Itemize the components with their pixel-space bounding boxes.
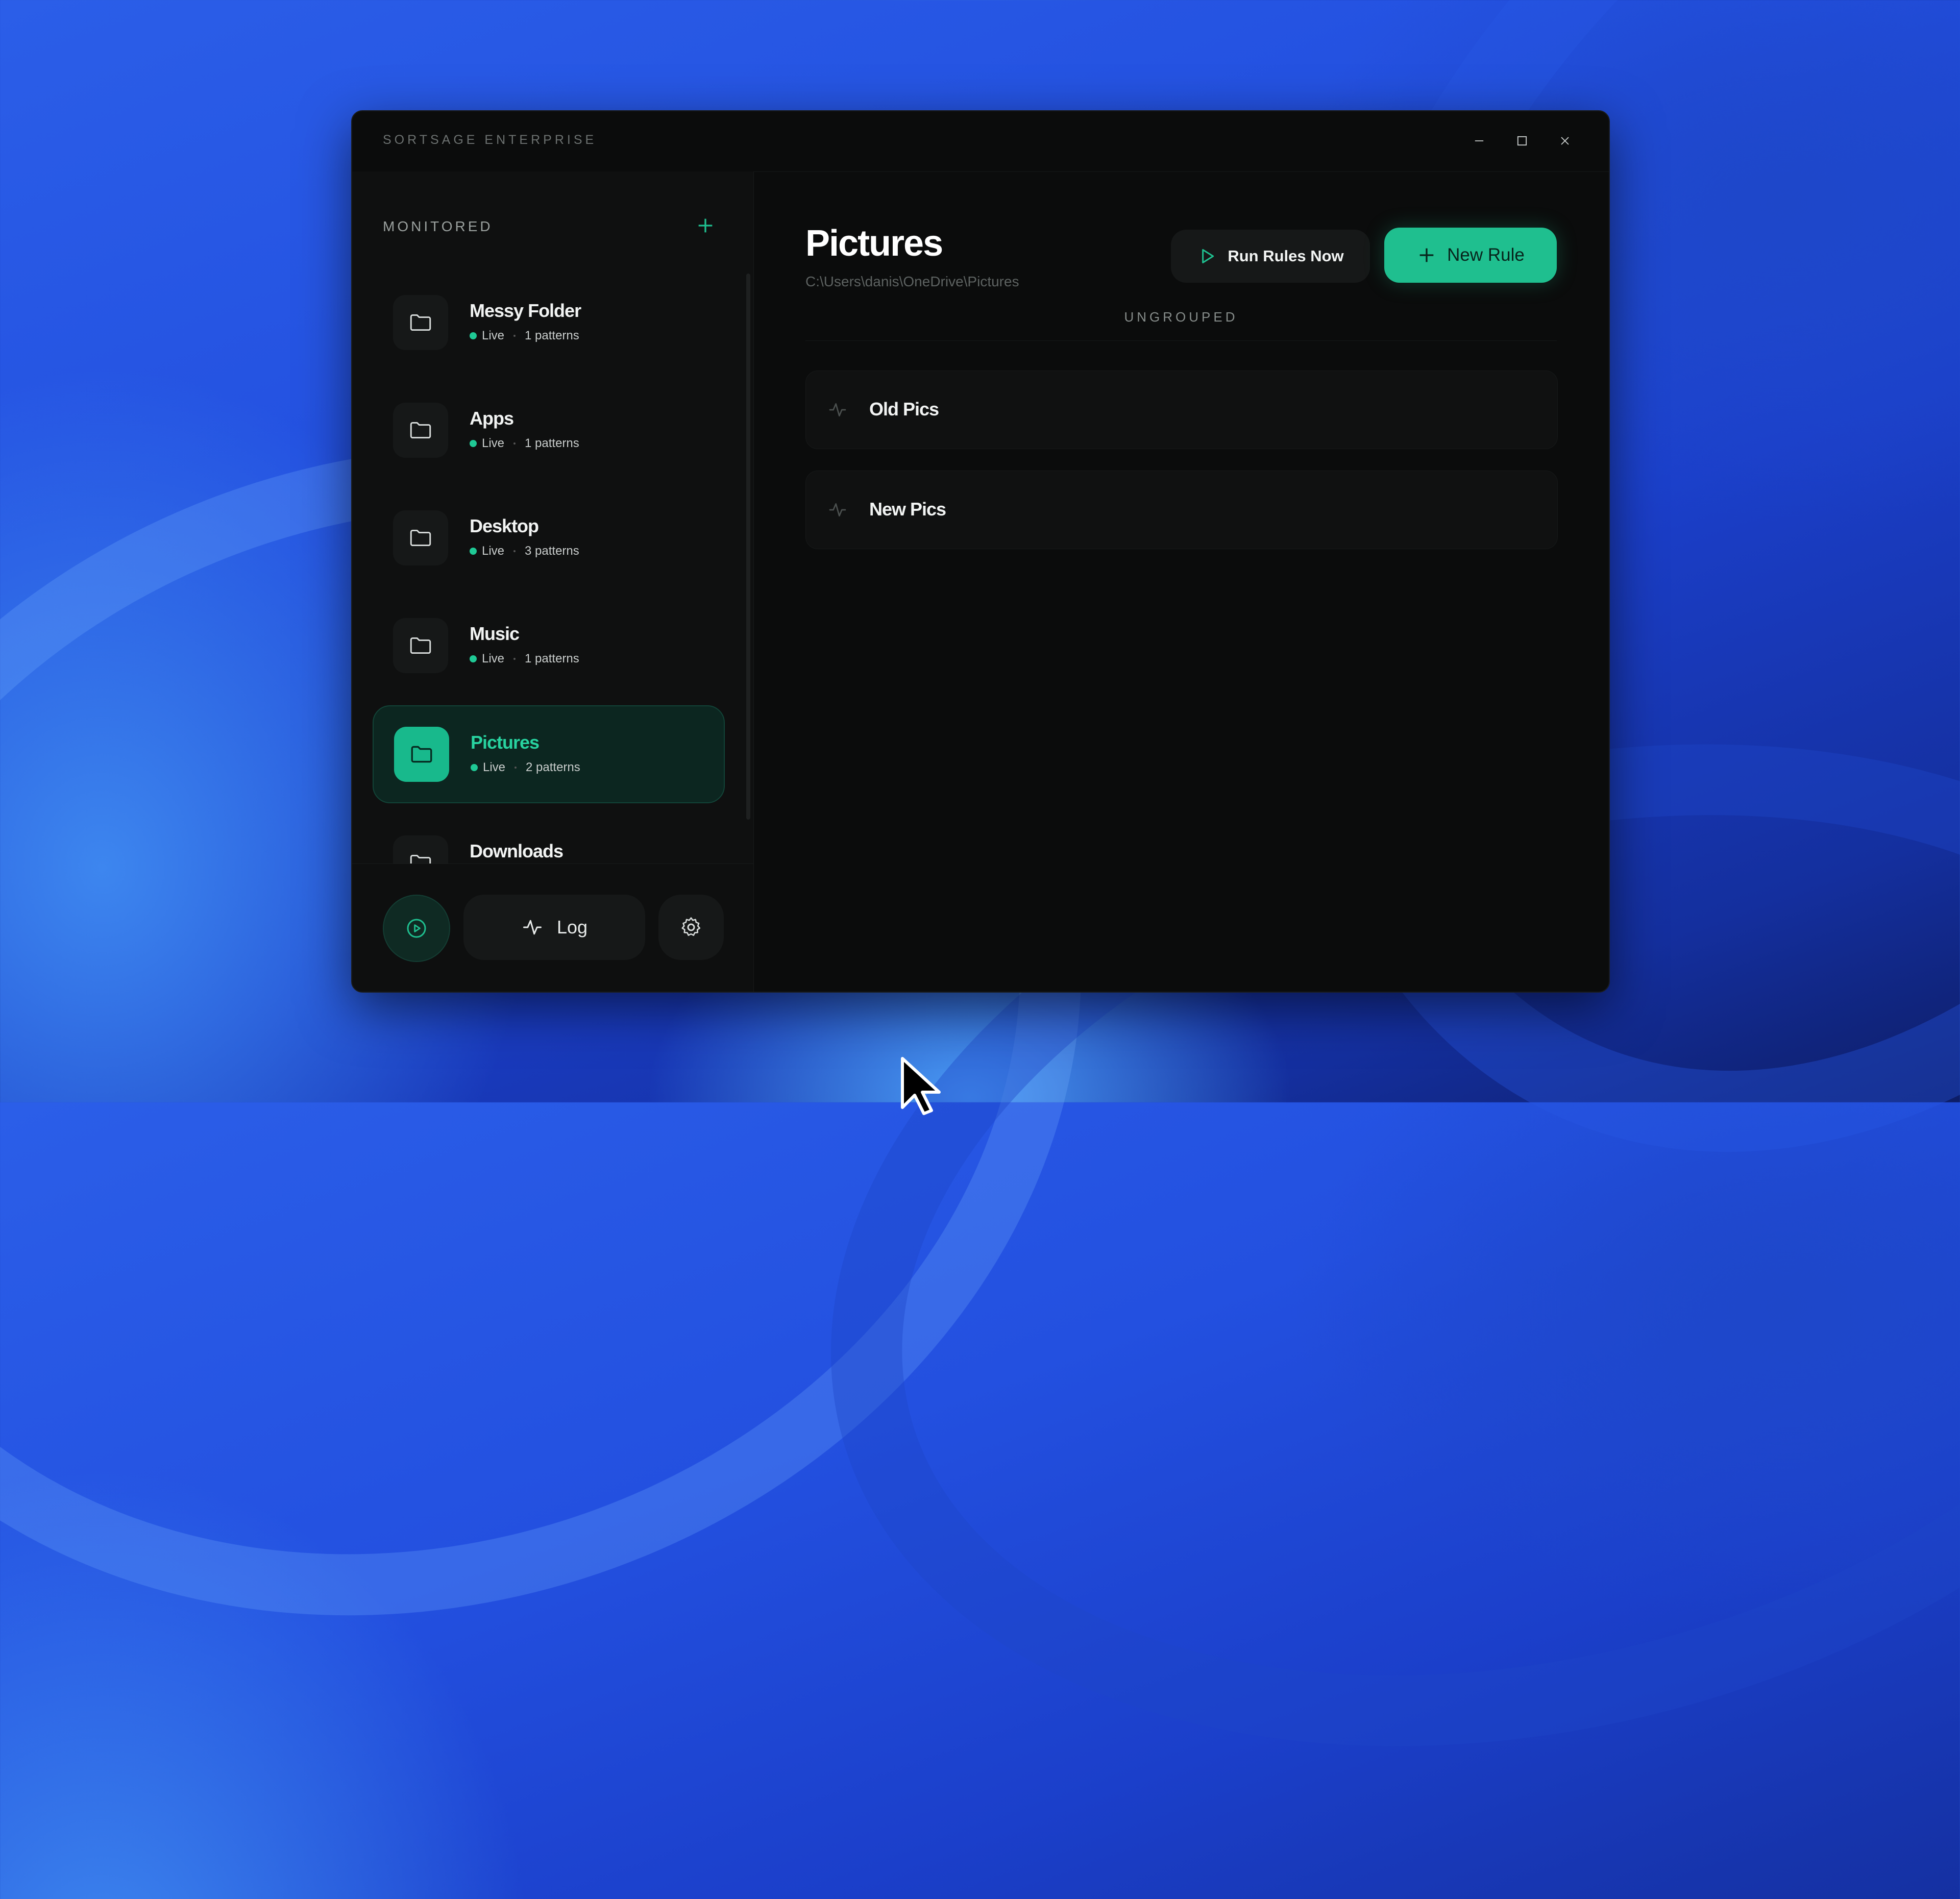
folder-patterns: 3 patterns	[525, 544, 579, 558]
activity-icon	[523, 920, 542, 935]
folder-item-apps[interactable]: Apps Live 1 patterns	[373, 382, 725, 478]
run-monitoring-button[interactable]	[383, 895, 450, 962]
folder-status: Live	[482, 436, 505, 450]
main-panel: Pictures C:\Users\danis\OneDrive\Picture…	[754, 171, 1609, 992]
maximize-button[interactable]	[1508, 127, 1536, 155]
group-label: UNGROUPED	[805, 309, 1557, 341]
mouse-cursor-icon	[901, 1057, 941, 1115]
settings-button[interactable]	[658, 895, 724, 960]
activity-icon	[829, 503, 846, 516]
folder-status: Live	[482, 652, 505, 665]
folder-status: Live	[482, 329, 505, 342]
log-label: Log	[556, 917, 588, 938]
page-title: Pictures	[805, 223, 943, 264]
new-rule-label: New Rule	[1447, 245, 1525, 265]
folder-status: Live	[482, 544, 505, 558]
new-rule-button[interactable]: New Rule	[1384, 228, 1557, 283]
play-circle-icon	[407, 919, 426, 938]
play-icon	[1202, 249, 1214, 263]
live-status-dot	[470, 440, 477, 447]
folder-name: Apps	[470, 408, 514, 429]
folder-patterns: 1 patterns	[525, 652, 579, 665]
plus-icon	[1419, 248, 1434, 262]
sidebar-scrollbar[interactable]	[746, 274, 750, 820]
folder-meta: Live 1 patterns	[470, 436, 579, 451]
folder-meta: Live 2 patterns	[471, 760, 580, 775]
folder-icon	[410, 422, 431, 439]
folder-item-desktop[interactable]: Desktop Live 3 patterns	[373, 490, 725, 586]
folder-name: Music	[470, 623, 520, 644]
log-button[interactable]: Log	[463, 895, 645, 960]
folder-patterns: 2 patterns	[526, 760, 580, 774]
folder-status: Live	[483, 760, 506, 774]
folder-item-music[interactable]: Music Live 1 patterns	[373, 598, 725, 694]
folder-item-messy-folder[interactable]: Messy Folder Live 1 patterns	[373, 275, 725, 371]
rule-name: Old Pics	[869, 399, 939, 420]
section-label: MONITORED	[383, 218, 493, 234]
folder-icon	[410, 314, 431, 331]
rule-card-new-pics[interactable]: New Pics	[805, 471, 1558, 549]
folder-name: Desktop	[470, 515, 539, 536]
folder-icon	[410, 637, 431, 654]
folder-meta: Live 3 patterns	[470, 544, 579, 558]
close-button[interactable]	[1551, 127, 1579, 155]
live-status-dot	[471, 764, 478, 771]
folder-meta: Live 1 patterns	[470, 329, 579, 343]
app-title: SORTSAGE ENTERPRISE	[383, 133, 597, 147]
live-status-dot	[470, 332, 477, 339]
live-status-dot	[470, 655, 477, 662]
plus-icon	[698, 218, 713, 233]
folder-icon	[411, 746, 432, 763]
folder-icon	[410, 529, 431, 547]
folder-patterns: 1 patterns	[525, 329, 579, 342]
minimize-button[interactable]	[1465, 127, 1493, 155]
run-rules-label: Run Rules Now	[1228, 247, 1344, 265]
close-icon	[1561, 137, 1569, 145]
folder-name: Downloads	[470, 841, 564, 861]
live-status-dot	[470, 548, 477, 555]
folder-path: C:\Users\danis\OneDrive\Pictures	[805, 274, 1019, 289]
folder-item-downloads[interactable]: Downloads	[373, 815, 725, 864]
rule-card-old-pics[interactable]: Old Pics	[805, 371, 1558, 449]
activity-icon	[829, 403, 846, 416]
add-folder-button[interactable]	[689, 209, 722, 242]
sidebar: MONITORED Messy Folder Live 1 patterns Ap…	[352, 171, 754, 992]
run-rules-button[interactable]: Run Rules Now	[1171, 230, 1370, 283]
title-bar: SORTSAGE ENTERPRISE	[352, 111, 1609, 172]
folder-item-pictures[interactable]: Pictures Live 2 patterns	[373, 705, 725, 803]
folder-icon	[410, 854, 431, 864]
gear-icon	[681, 917, 701, 936]
folder-patterns: 1 patterns	[525, 436, 579, 450]
minimize-icon	[1475, 140, 1484, 141]
app-window: SORTSAGE ENTERPRISE MONITORED Messy Fold…	[351, 110, 1610, 993]
folder-name: Messy Folder	[470, 300, 581, 321]
sidebar-footer: Log	[352, 864, 753, 992]
folder-list: Messy Folder Live 1 patterns Apps Live 1 p…	[373, 275, 725, 864]
rule-name: New Pics	[869, 499, 946, 520]
folder-name: Pictures	[471, 732, 540, 753]
folder-meta: Live 1 patterns	[470, 652, 579, 666]
maximize-icon	[1517, 136, 1527, 146]
